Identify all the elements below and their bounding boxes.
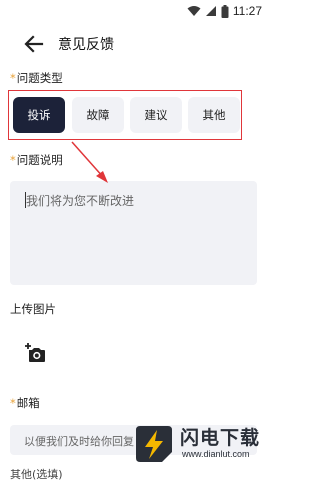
watermark-url: www.dianlut.com xyxy=(182,449,250,459)
email-label: *邮箱 xyxy=(10,395,40,411)
description-label: *问题说明 xyxy=(10,152,63,168)
issue-type-label-text: 问题类型 xyxy=(16,71,63,85)
status-bar: 11:27 xyxy=(0,0,270,22)
wifi-icon xyxy=(187,6,201,16)
lightning-logo-icon xyxy=(136,426,172,462)
description-textarea[interactable]: 我们将为您不断改进 xyxy=(10,181,257,285)
description-label-text: 问题说明 xyxy=(16,153,63,167)
type-option-fault[interactable]: 故障 xyxy=(72,97,124,133)
required-mark: * xyxy=(10,71,16,85)
watermark-logo: 闪电下载 www.dianlut.com xyxy=(132,421,266,467)
app-bar: 意见反馈 xyxy=(0,24,270,64)
issue-type-label: *问题类型 xyxy=(10,70,63,86)
email-placeholder: 以便我们及时给你回复 xyxy=(24,435,134,448)
required-mark: * xyxy=(10,153,16,167)
required-mark: * xyxy=(10,396,16,410)
type-option-other[interactable]: 其他 xyxy=(188,97,240,133)
page-title: 意见反馈 xyxy=(58,37,114,53)
back-button[interactable] xyxy=(22,32,46,56)
type-option-suggestion[interactable]: 建议 xyxy=(130,97,182,133)
status-time: 11:27 xyxy=(232,4,262,18)
type-option-complaint[interactable]: 投诉 xyxy=(13,97,65,133)
battery-icon xyxy=(221,4,229,18)
watermark-text: 闪电下载 xyxy=(180,427,261,449)
add-photo-icon xyxy=(25,343,45,362)
upload-label: 上传图片 xyxy=(10,302,56,316)
back-arrow-icon xyxy=(24,35,44,53)
add-photo-button[interactable] xyxy=(24,343,46,363)
description-placeholder: 我们将为您不断改进 xyxy=(26,194,135,208)
signal-icon xyxy=(205,6,216,16)
email-label-text: 邮箱 xyxy=(16,396,40,410)
